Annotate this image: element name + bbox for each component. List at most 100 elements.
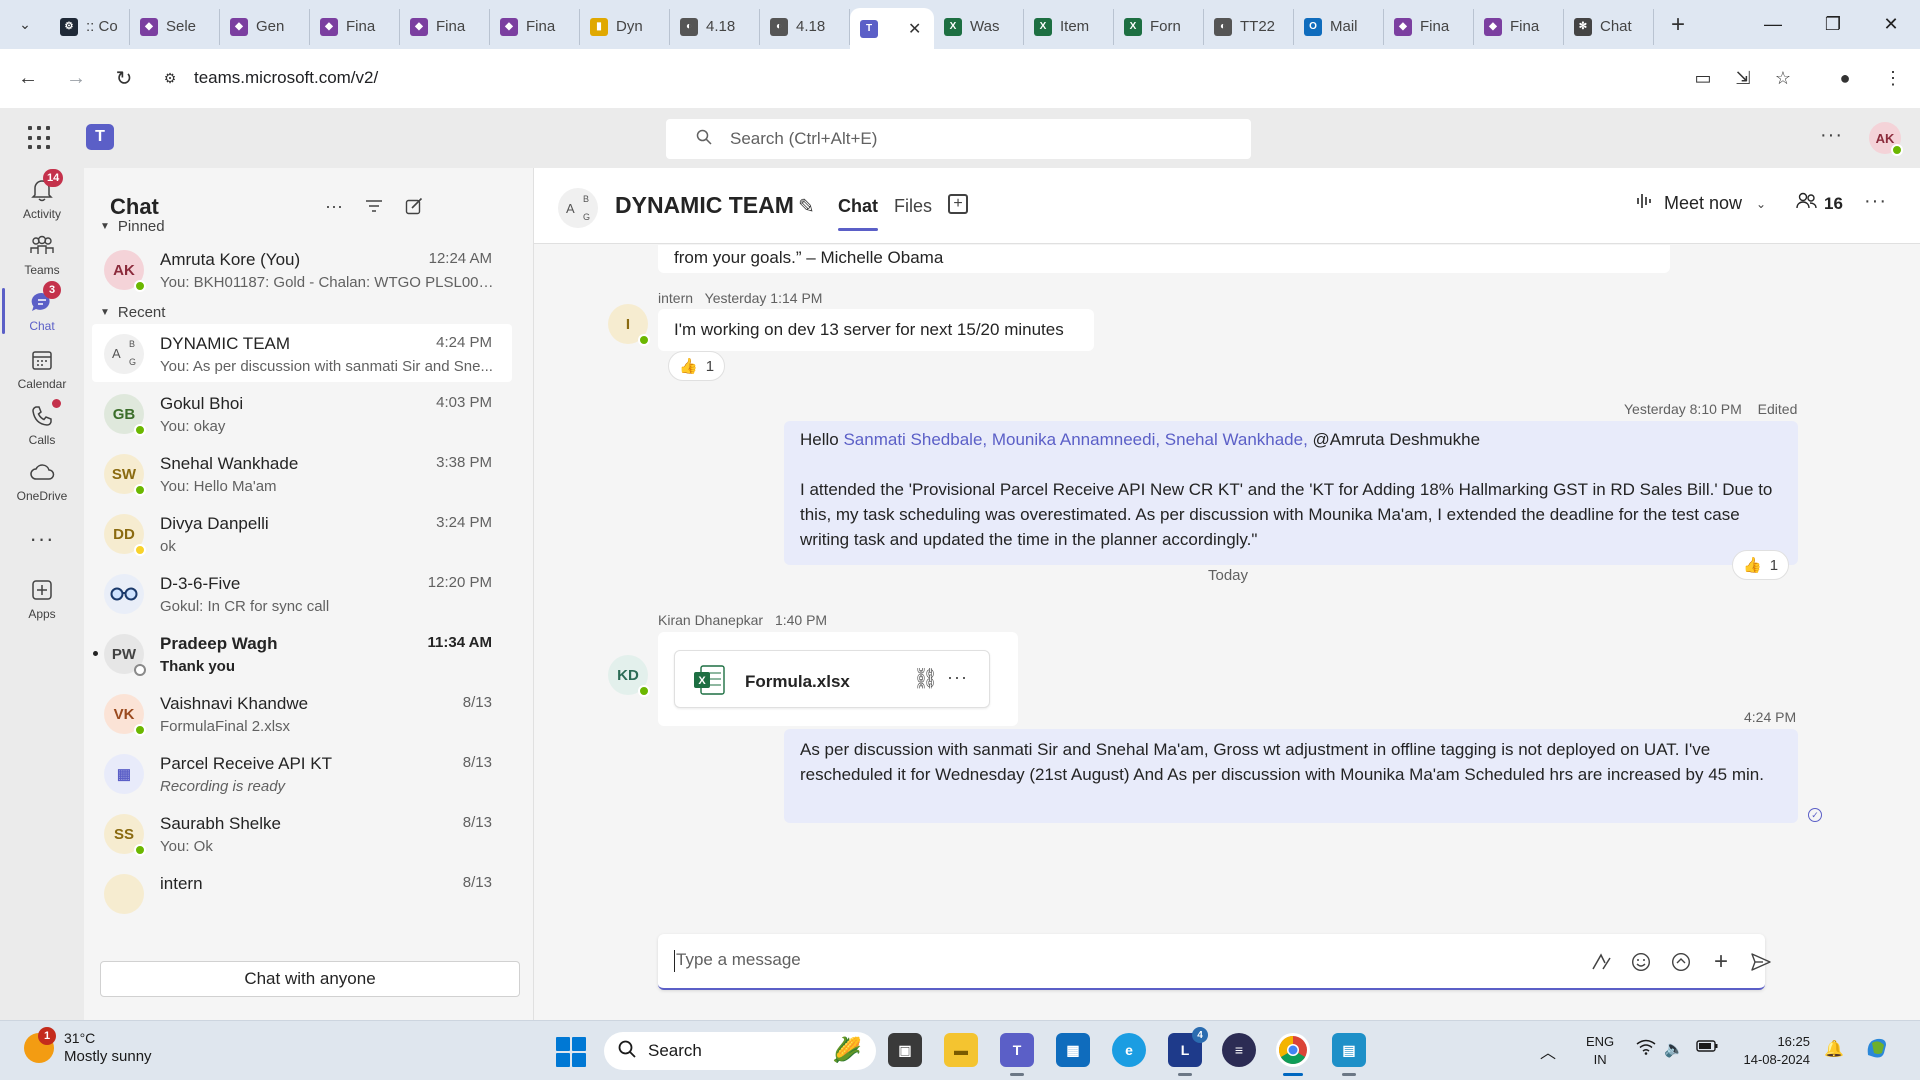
restore-icon[interactable]: ❐ [1804, 0, 1862, 49]
taskbar-search[interactable]: Search 🌽 [604, 1032, 876, 1070]
edge-icon[interactable]: e [1112, 1033, 1146, 1067]
avatar[interactable] [104, 874, 144, 914]
browser-tab[interactable]: ◐ 4.18 [670, 8, 760, 45]
bookmark-star-icon[interactable]: ☆ [1768, 63, 1798, 93]
group-avatar[interactable]: A B G [558, 188, 598, 228]
chat-list-item[interactable]: SW Snehal Wankhade You: Hello Ma'am 3:38 PM [92, 444, 512, 502]
avatar[interactable]: KD [608, 655, 650, 697]
message-bubble[interactable]: I'm working on dev 13 server for next 15… [658, 309, 1094, 351]
browser-tab[interactable]: ◆ Fina [310, 8, 400, 45]
browser-tab[interactable]: X Item [1024, 8, 1114, 45]
chat-list-item[interactable]: A B G DYNAMIC TEAM You: As per discussion wi… [92, 324, 512, 382]
edit-pencil-icon[interactable]: ✎ [798, 194, 815, 219]
browser-tab[interactable]: ◐ TT22 [1204, 8, 1294, 45]
send-icon[interactable] [1747, 948, 1775, 976]
new-chat-icon[interactable] [400, 192, 428, 220]
file-more-icon[interactable]: ··· [947, 665, 968, 690]
rail-item-onedrive[interactable]: OneDrive [0, 450, 84, 512]
copilot-icon[interactable] [1864, 1035, 1890, 1066]
meet-now-button[interactable]: Meet now ⌄ [1636, 192, 1766, 215]
chat-list-item[interactable]: VK Vaishnavi Khandwe FormulaFinal 2.xlsx 8/… [92, 684, 512, 742]
l-app-icon[interactable]: L4 [1168, 1027, 1208, 1076]
message-bubble[interactable]: Hello Sanmati Shedbale, Mounika Annamnee… [784, 421, 1798, 565]
chat-more-options-icon[interactable]: ··· [320, 192, 348, 220]
browser-tab[interactable]: ▮ Dyn [580, 8, 670, 45]
copy-link-icon[interactable]: ⛓ [913, 667, 938, 692]
message-bubble[interactable]: from your goals.” – Michelle Obama [658, 245, 1670, 273]
url-text[interactable]: teams.microsoft.com/v2/ [194, 68, 378, 88]
rail-item-activity[interactable]: 14 Activity [0, 168, 84, 230]
profile-icon[interactable]: ● [1830, 63, 1860, 93]
user-avatar[interactable]: AK [1869, 122, 1903, 156]
browser-tab[interactable]: ✻ Chat [1564, 8, 1654, 45]
task-view-icon[interactable]: ▣ [888, 1033, 922, 1067]
rail-item-chat[interactable]: 3 Chat [0, 280, 84, 342]
minimize-icon[interactable]: — [1744, 0, 1802, 49]
chat-list-item[interactable]: DD Divya Danpelli ok 3:24 PM [92, 504, 512, 562]
emoji-icon[interactable] [1627, 948, 1655, 976]
install-app-icon[interactable]: ⇲ [1728, 63, 1758, 93]
chat-list-item[interactable]: PW Pradeep Wagh Thank you 11:34 AM [92, 624, 512, 682]
avatar[interactable]: GB [104, 394, 146, 436]
browser-tab[interactable]: ◆ Fina [400, 8, 490, 45]
format-icon[interactable] [1587, 948, 1615, 976]
notification-bell-icon[interactable]: 🔔 [1824, 1039, 1844, 1059]
filter-icon[interactable] [360, 192, 388, 220]
tab-chat[interactable]: Chat [838, 196, 878, 231]
store-icon[interactable]: ▦ [1056, 1033, 1090, 1067]
eclipse-icon[interactable]: ≡ [1222, 1033, 1256, 1067]
wifi-icon[interactable] [1636, 1039, 1656, 1060]
battery-icon[interactable] [1696, 1039, 1718, 1058]
rail-item-calls[interactable]: Calls [0, 394, 84, 456]
chat-list-item[interactable]: D-3-6-Five Gokul: In CR for sync call 12:2… [92, 564, 512, 622]
browser-tab[interactable]: ◆ Fina [1474, 8, 1564, 45]
system-clock[interactable]: 16:25 14-08-2024 [1738, 1033, 1811, 1069]
chat-list-item[interactable]: AK Amruta Kore (You) You: BKH01187: Gold -… [92, 240, 512, 298]
avatar[interactable]: PW [104, 634, 146, 676]
clipboard-icon[interactable]: ▭ [1688, 63, 1718, 93]
chevron-down-icon[interactable]: ⌄ [1756, 197, 1766, 211]
browser-tab[interactable]: ◐ 4.18 [760, 8, 850, 45]
browser-tab[interactable]: X Was [934, 8, 1024, 45]
language-indicator[interactable]: ENG IN [1586, 1033, 1614, 1069]
new-tab-button[interactable]: + [1660, 7, 1696, 43]
browser-tab[interactable]: ◆ Sele [130, 8, 220, 45]
back-icon[interactable]: ← [8, 59, 48, 99]
volume-icon[interactable]: 🔈 [1664, 1039, 1684, 1059]
browser-tab[interactable]: T ✕ [850, 8, 934, 49]
mention-link[interactable]: Sanmati Shedbale, Mounika Annamneedi, Sn… [843, 430, 1307, 449]
chat-list-item[interactable]: ▦ Parcel Receive API KT Recording is ready… [92, 744, 512, 802]
avatar[interactable] [104, 574, 144, 614]
avatar[interactable]: DD [104, 514, 146, 556]
tab-search-chevron-icon[interactable]: ⌄ [0, 0, 50, 49]
message-composer[interactable]: Type a message + [658, 934, 1771, 990]
search-input[interactable]: Search (Ctrl+Alt+E) [666, 119, 1251, 159]
chrome-icon[interactable] [1276, 1033, 1310, 1076]
weather-widget[interactable]: 1 31°C Mostly sunny [24, 1027, 152, 1067]
file-name[interactable]: Formula.xlsx [745, 669, 850, 694]
browser-menu-icon[interactable]: ⋮ [1878, 63, 1908, 93]
message-bubble[interactable]: X Formula.xlsx ⛓ ··· [658, 632, 1018, 726]
recent-section-header[interactable]: ▼ Recent [100, 304, 165, 321]
rail-item-more[interactable]: ··· [0, 508, 84, 570]
reload-icon[interactable]: ↻ [104, 59, 144, 99]
pinned-section-header[interactable]: ▼ Pinned [100, 218, 165, 235]
tab-files[interactable]: Files [894, 196, 932, 217]
show-hidden-icons-chevron[interactable]: ︿ [1540, 1039, 1556, 1063]
forward-icon[interactable]: → [56, 59, 96, 99]
reaction-like[interactable]: 👍 1 [1732, 550, 1790, 580]
avatar[interactable]: AK [104, 250, 146, 292]
avatar[interactable]: SS [104, 814, 146, 856]
browser-tab[interactable]: ◆ Gen [220, 8, 310, 45]
browser-tab[interactable]: ◆ Fina [1384, 8, 1474, 45]
rail-item-teams[interactable]: Teams [0, 224, 84, 286]
app-launcher-icon[interactable] [28, 126, 52, 150]
avatar[interactable]: ABG [104, 334, 144, 374]
avatar[interactable]: SW [104, 454, 146, 496]
settings-more-icon[interactable]: ··· [1820, 124, 1843, 147]
windows-start-icon[interactable] [556, 1037, 586, 1067]
browser-tab[interactable]: ⚙:: Co [50, 8, 130, 45]
teams-taskbar-icon[interactable]: T [1000, 1033, 1034, 1076]
chat-list-item[interactable]: intern 8/13 [92, 864, 512, 922]
avatar[interactable]: ▦ [104, 754, 144, 794]
